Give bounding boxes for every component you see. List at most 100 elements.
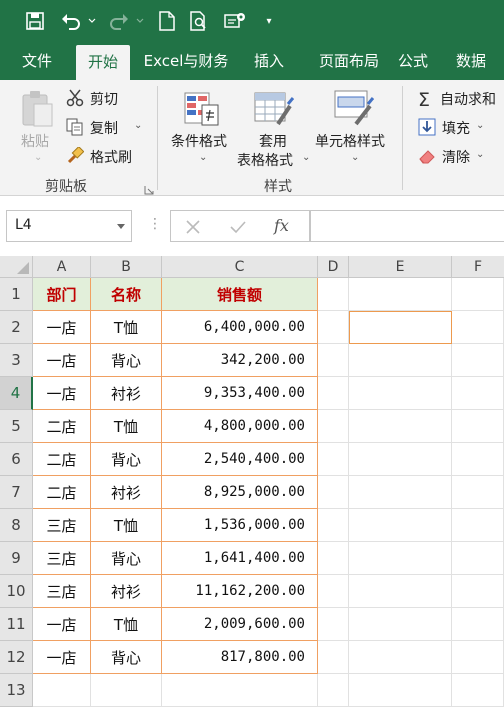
cut-icon[interactable] — [66, 89, 84, 111]
conditional-format-icon[interactable] — [184, 92, 220, 132]
cell-a6[interactable]: 二店 — [33, 443, 91, 476]
cell-d13[interactable] — [318, 674, 349, 707]
row-header-5[interactable]: 5 — [0, 410, 33, 443]
row-header-6[interactable]: 6 — [0, 443, 33, 476]
cell-b11[interactable]: T恤 — [91, 608, 162, 641]
cell-c10[interactable]: 11,162,200.00 — [162, 575, 318, 608]
save-icon[interactable] — [22, 8, 48, 34]
cell-d12[interactable] — [318, 641, 349, 674]
conditional-format-dropdown-icon[interactable]: ⌄ — [199, 152, 207, 163]
cell-b5[interactable]: T恤 — [91, 410, 162, 443]
cell-d5[interactable] — [318, 410, 349, 443]
cell-b13[interactable] — [91, 674, 162, 707]
cell-f4[interactable] — [452, 377, 504, 410]
cell-e9[interactable] — [349, 542, 452, 575]
cell-a2[interactable]: 一店 — [33, 311, 91, 344]
cell-e7[interactable] — [349, 476, 452, 509]
cell-a3[interactable]: 一店 — [33, 344, 91, 377]
cell-b9[interactable]: 背心 — [91, 542, 162, 575]
cell-d9[interactable] — [318, 542, 349, 575]
cell-c4[interactable]: 9,353,400.00 — [162, 377, 318, 410]
cell-c7[interactable]: 8,925,000.00 — [162, 476, 318, 509]
cell-f3[interactable] — [452, 344, 504, 377]
autosum-icon[interactable]: Σ — [418, 89, 430, 111]
cell-e8[interactable] — [349, 509, 452, 542]
cell-b3[interactable]: 背心 — [91, 344, 162, 377]
new-document-icon[interactable] — [156, 8, 178, 34]
redo-dropdown-icon[interactable] — [134, 8, 146, 34]
cell-b8[interactable]: T恤 — [91, 509, 162, 542]
tab-insert[interactable]: 插入 — [244, 42, 294, 80]
row-header-4[interactable]: 4 — [0, 377, 33, 410]
copy-icon[interactable] — [66, 118, 84, 140]
cell-a9[interactable]: 三店 — [33, 542, 91, 575]
cell-d4[interactable] — [318, 377, 349, 410]
cell-b7[interactable]: 衬衫 — [91, 476, 162, 509]
row-header-11[interactable]: 11 — [0, 608, 33, 641]
row-header-10[interactable]: 10 — [0, 575, 33, 608]
cell-f2[interactable] — [452, 311, 504, 344]
cell-a1[interactable]: 部门 — [33, 278, 91, 311]
cancel-entry-icon[interactable] — [185, 219, 201, 235]
redo-icon[interactable] — [106, 8, 132, 34]
cell-b1[interactable]: 名称 — [91, 278, 162, 311]
cell-b12[interactable]: 背心 — [91, 641, 162, 674]
cell-a7[interactable]: 二店 — [33, 476, 91, 509]
tab-home[interactable]: 开始 — [76, 45, 130, 80]
column-header-f[interactable]: F — [452, 256, 504, 278]
cell-c11[interactable]: 2,009,600.00 — [162, 608, 318, 641]
confirm-entry-icon[interactable] — [229, 219, 247, 235]
row-header-13[interactable]: 13 — [0, 674, 33, 707]
cell-e4[interactable] — [349, 377, 452, 410]
format-as-table-icon[interactable] — [254, 92, 295, 132]
column-header-a[interactable]: A — [33, 256, 91, 278]
cell-b2[interactable]: T恤 — [91, 311, 162, 344]
paste-button[interactable]: 粘贴 — [21, 131, 49, 151]
cell-e11[interactable] — [349, 608, 452, 641]
cell-f1[interactable] — [452, 278, 504, 311]
cell-a5[interactable]: 二店 — [33, 410, 91, 443]
cell-c13[interactable] — [162, 674, 318, 707]
cell-e13[interactable] — [349, 674, 452, 707]
cell-e6[interactable] — [349, 443, 452, 476]
cell-f5[interactable] — [452, 410, 504, 443]
cell-c8[interactable]: 1,536,000.00 — [162, 509, 318, 542]
name-box[interactable]: L4 — [6, 210, 132, 242]
cell-a11[interactable]: 一店 — [33, 608, 91, 641]
cell-a12[interactable]: 一店 — [33, 641, 91, 674]
cell-a8[interactable]: 三店 — [33, 509, 91, 542]
cell-d11[interactable] — [318, 608, 349, 641]
cell-f13[interactable] — [452, 674, 504, 707]
undo-dropdown-icon[interactable] — [86, 8, 98, 34]
format-as-table-button[interactable]: 表格格式 — [237, 150, 293, 170]
column-header-d[interactable]: D — [318, 256, 349, 278]
cell-styles-button[interactable]: 单元格样式 — [315, 131, 385, 151]
clear-icon[interactable] — [418, 147, 436, 169]
customize-qat-icon[interactable]: ▾ — [262, 8, 276, 34]
cell-c5[interactable]: 4,800,000.00 — [162, 410, 318, 443]
undo-icon[interactable] — [58, 8, 84, 34]
tab-data[interactable]: 数据 — [446, 42, 496, 80]
cell-c6[interactable]: 2,540,400.00 — [162, 443, 318, 476]
cell-d6[interactable] — [318, 443, 349, 476]
tab-page-layout[interactable]: 页面布局 — [302, 42, 396, 80]
macro-settings-icon[interactable] — [222, 8, 250, 34]
autosum-button[interactable]: 自动求和 — [440, 89, 496, 109]
cell-a10[interactable]: 三店 — [33, 575, 91, 608]
cell-f6[interactable] — [452, 443, 504, 476]
cell-e12[interactable] — [349, 641, 452, 674]
cell-f11[interactable] — [452, 608, 504, 641]
format-as-table-dropdown-icon[interactable]: ⌄ — [302, 152, 310, 163]
copy-button[interactable]: 复制 — [90, 118, 118, 138]
insert-function-button[interactable]: fx — [274, 216, 289, 235]
cell-a4[interactable]: 一店 — [33, 377, 91, 410]
tab-excel-finance[interactable]: Excel与财务 — [138, 42, 234, 80]
cell-c1[interactable]: 销售额 — [162, 278, 318, 311]
select-all-corner[interactable] — [0, 256, 33, 278]
fill-icon[interactable] — [418, 118, 436, 140]
clear-dropdown-icon[interactable]: ⌄ — [476, 149, 484, 160]
cell-a13[interactable] — [33, 674, 91, 707]
row-header-8[interactable]: 8 — [0, 509, 33, 542]
cell-d7[interactable] — [318, 476, 349, 509]
cell-e1[interactable] — [349, 278, 452, 311]
